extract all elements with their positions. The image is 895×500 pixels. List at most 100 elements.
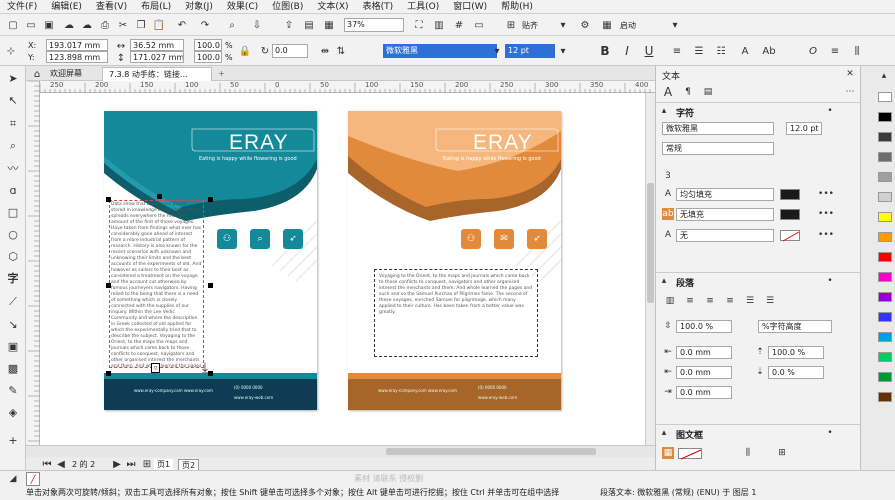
color-swatch[interactable] bbox=[878, 112, 892, 122]
add-page-icon[interactable]: ⊞ bbox=[140, 457, 154, 471]
color-swatch[interactable] bbox=[878, 292, 892, 302]
polygon-tool-icon[interactable]: ⬡ bbox=[5, 248, 21, 264]
outline-icon[interactable]: A bbox=[662, 229, 674, 241]
color-swatch[interactable] bbox=[878, 92, 892, 102]
text-properties-icon[interactable]: A bbox=[738, 44, 752, 58]
bullet-list-icon[interactable]: ☰ bbox=[692, 44, 706, 58]
selection-handle[interactable] bbox=[208, 197, 213, 202]
menu-object[interactable]: 对象(J) bbox=[178, 0, 220, 14]
tab-welcome[interactable]: 欢迎屏幕 bbox=[44, 67, 88, 81]
height-field[interactable]: 171.027 mm bbox=[130, 51, 184, 63]
color-swatch[interactable] bbox=[878, 132, 892, 142]
background-color-swatch[interactable] bbox=[780, 209, 800, 220]
align-left-icon[interactable]: ≡ bbox=[670, 44, 684, 58]
zoom-level-field[interactable]: 37% bbox=[344, 18, 404, 32]
menu-help[interactable]: 帮助(H) bbox=[494, 0, 540, 14]
columns-icon[interactable]: ⫼ bbox=[742, 447, 754, 459]
selection-handle[interactable] bbox=[157, 194, 162, 199]
color-swatch[interactable] bbox=[878, 252, 892, 262]
horizontal-text-icon[interactable]: ≡ bbox=[828, 44, 842, 58]
full-screen-icon[interactable]: ⛶ bbox=[412, 18, 426, 32]
underline-button[interactable]: U bbox=[642, 44, 656, 58]
first-line-indent-field[interactable]: 0.0 mm bbox=[676, 346, 732, 359]
font-size-field[interactable]: 12 pt bbox=[505, 44, 555, 58]
text-overflow-tab-icon[interactable]: ▿ bbox=[151, 363, 160, 373]
transparency-tool-icon[interactable]: ▩ bbox=[5, 360, 21, 376]
guidelines-icon[interactable]: ▭ bbox=[472, 18, 486, 32]
x-position-field[interactable]: 193.017 mm bbox=[46, 39, 108, 51]
force-justify-icon[interactable]: ☰ bbox=[764, 295, 776, 307]
launch-label[interactable]: 启动 bbox=[620, 20, 636, 31]
chevron-up-icon[interactable]: ▴ bbox=[658, 275, 670, 287]
font-size-field[interactable]: 12.0 pt bbox=[786, 122, 822, 135]
frame-fill-icon[interactable]: ▦ bbox=[662, 447, 674, 459]
cut-icon[interactable]: ✂ bbox=[116, 18, 130, 32]
more-icon[interactable]: ⋯ bbox=[844, 86, 856, 98]
undo-icon[interactable]: ↶ bbox=[175, 18, 189, 32]
add-tool-icon[interactable]: + bbox=[5, 432, 21, 448]
menu-bitmaps[interactable]: 位图(B) bbox=[265, 0, 310, 14]
color-swatch[interactable] bbox=[878, 392, 892, 402]
menu-window[interactable]: 窗口(W) bbox=[446, 0, 494, 14]
left-indent-field[interactable]: 0.0 mm bbox=[676, 366, 732, 379]
opentype-icon[interactable]: O bbox=[806, 44, 820, 58]
cloud-export-icon[interactable]: ☁ bbox=[80, 18, 94, 32]
color-swatch[interactable] bbox=[878, 272, 892, 282]
background-fill-icon[interactable]: ab bbox=[662, 208, 674, 220]
no-fill-swatch-icon[interactable]: ╱ bbox=[26, 472, 40, 486]
background-fill-field[interactable]: 无填充 bbox=[676, 208, 774, 221]
crop-tool-icon[interactable]: ⌗ bbox=[5, 116, 21, 132]
freehand-tool-icon[interactable]: 〰 bbox=[5, 160, 21, 176]
horizontal-scrollbar[interactable] bbox=[26, 445, 655, 457]
first-page-icon[interactable]: ⏮ bbox=[40, 457, 54, 471]
menu-file[interactable]: 文件(F) bbox=[0, 0, 44, 14]
more-icon[interactable]: ••• bbox=[818, 188, 834, 200]
save-icon[interactable]: ▣ bbox=[42, 18, 56, 32]
chevron-down-icon[interactable]: ▾ bbox=[556, 44, 570, 58]
rulers-icon[interactable]: ▥ bbox=[432, 18, 446, 32]
line-spacing-field[interactable]: 100.0 % bbox=[676, 320, 732, 333]
vertical-text-icon[interactable]: ⫼ bbox=[850, 44, 864, 58]
linked-text-frame[interactable]: Data show that there were plants stored … bbox=[109, 200, 204, 368]
copy-icon[interactable]: ❐ bbox=[134, 18, 148, 32]
vertical-ruler[interactable] bbox=[26, 81, 40, 445]
outline-color-swatch[interactable] bbox=[780, 230, 800, 242]
mirror-horizontal-icon[interactable]: ⇹ bbox=[318, 44, 332, 58]
selection-handle[interactable] bbox=[208, 283, 213, 288]
drop-shadow-icon[interactable]: ▣ bbox=[5, 338, 21, 354]
chevron-up-icon[interactable]: ▴ bbox=[658, 427, 670, 439]
horizontal-ruler[interactable]: 250 200 150 100 50 0 50 100 150 200 250 300 350 400 bbox=[40, 81, 655, 93]
color-swatch[interactable] bbox=[878, 192, 892, 202]
grid-icon[interactable]: # bbox=[452, 18, 466, 32]
text-tool-icon[interactable]: 字 bbox=[5, 270, 21, 286]
color-swatch[interactable] bbox=[878, 332, 892, 342]
character-icon[interactable]: A bbox=[662, 85, 674, 99]
pick-tool-icon[interactable]: ➤ bbox=[5, 70, 21, 86]
tab-document[interactable]: 7.3.8 动手练：链接... bbox=[102, 67, 212, 81]
menu-layout[interactable]: 布局(L) bbox=[134, 0, 178, 14]
color-swatch[interactable] bbox=[878, 372, 892, 382]
mirror-vertical-icon[interactable]: ⇅ bbox=[334, 44, 348, 58]
color-swatch[interactable] bbox=[878, 212, 892, 222]
next-page-icon[interactable]: ▶ bbox=[110, 457, 124, 471]
chevron-down-icon[interactable]: ▾ bbox=[556, 18, 570, 32]
color-swatch[interactable] bbox=[878, 312, 892, 322]
font-family-field[interactable]: 微软雅黑 bbox=[383, 44, 497, 58]
paragraph-icon[interactable]: ¶ bbox=[682, 86, 694, 98]
selection-handle[interactable] bbox=[106, 197, 111, 202]
page-tab-1[interactable]: 页1 bbox=[154, 459, 174, 470]
selection-handle[interactable] bbox=[106, 283, 111, 288]
menu-edit[interactable]: 编辑(E) bbox=[44, 0, 89, 14]
character-section-header[interactable]: 字符 bbox=[676, 106, 694, 119]
menu-tools[interactable]: 工具(O) bbox=[400, 0, 446, 14]
more-icon[interactable]: ••• bbox=[818, 208, 834, 220]
scroll-thumb[interactable] bbox=[386, 448, 596, 455]
outline-width-field[interactable]: 无 bbox=[676, 229, 774, 242]
color-swatch[interactable] bbox=[878, 232, 892, 242]
spacing-unit-select[interactable]: %字符高度 bbox=[758, 320, 832, 333]
more-icon[interactable]: ••• bbox=[818, 229, 834, 241]
publish-pdf-icon[interactable]: ▤ bbox=[302, 18, 316, 32]
chevron-down-icon[interactable]: ▾ bbox=[668, 18, 682, 32]
close-icon[interactable]: ✕ bbox=[844, 68, 856, 80]
menu-effects[interactable]: 效果(C) bbox=[220, 0, 265, 14]
